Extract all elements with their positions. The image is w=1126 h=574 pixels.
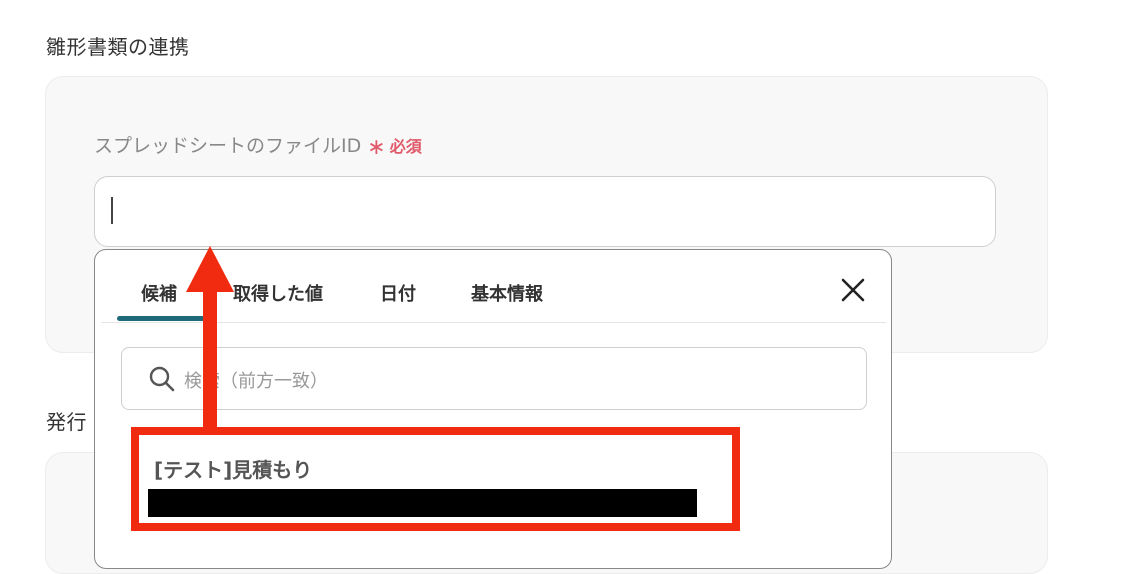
- annotation-highlight-box: [131, 427, 740, 531]
- file-id-input[interactable]: [94, 176, 996, 247]
- search-icon: [148, 365, 176, 393]
- tab-date[interactable]: 日付: [380, 280, 416, 306]
- file-id-label: スプレッドシートのファイルID ∗ 必須: [94, 131, 422, 160]
- tab-basic-info[interactable]: 基本情報: [471, 280, 543, 306]
- close-icon[interactable]: [837, 274, 869, 306]
- tab-candidates[interactable]: 候補: [141, 280, 177, 306]
- text-caret: [111, 197, 113, 224]
- file-id-label-text: スプレッドシートのファイルID: [94, 135, 362, 157]
- required-asterisk: ∗: [367, 135, 386, 160]
- section-title-issue: 発行: [46, 410, 87, 434]
- required-badge: 必須: [389, 137, 422, 156]
- section-title-template-link: 雛形書類の連携: [46, 35, 190, 59]
- annotation-arrow-icon: [186, 246, 234, 432]
- tab-retrieved-values[interactable]: 取得した値: [233, 280, 323, 306]
